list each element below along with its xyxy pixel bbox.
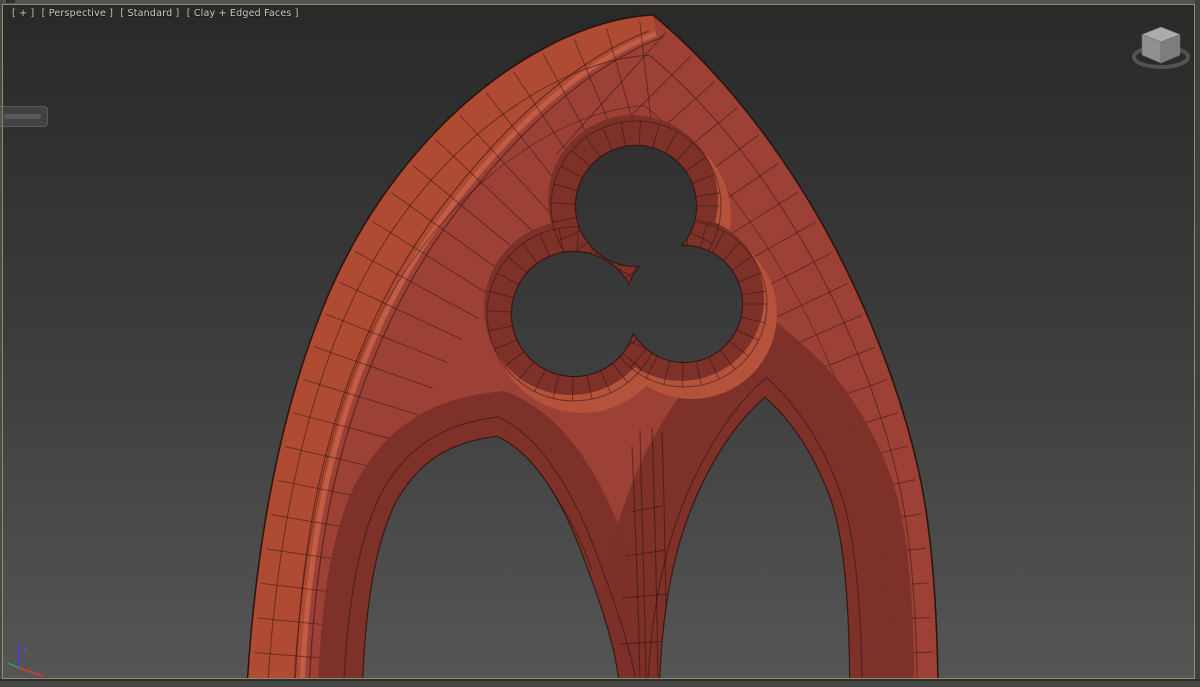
viewport-label: [ + ] [ Perspective ] [ Standard ] [ Cla…	[12, 8, 303, 19]
window-margin-top	[0, 0, 1200, 4]
faded-tooltip	[0, 106, 48, 127]
viewport-menu-general[interactable]: [ + ]	[12, 8, 34, 19]
window-margin-right	[1195, 0, 1200, 687]
window-margin-bottom	[0, 679, 1200, 687]
viewport-window: z x y [ + ] [ Perspective ] [ Standard ]…	[0, 0, 1200, 687]
window-margin-bottom-line	[0, 679, 1200, 681]
faded-tooltip-text-blur	[4, 114, 41, 119]
viewport-canvas[interactable]: z x y	[0, 0, 1200, 687]
viewport-menu-pov[interactable]: [ Perspective ]	[42, 8, 113, 19]
viewport-menu-shading[interactable]: [ Clay + Edged Faces ]	[187, 8, 299, 19]
viewport-menu-render-preset[interactable]: [ Standard ]	[120, 8, 179, 19]
window-margin-notch	[6, 0, 15, 3]
window-margin-left	[0, 0, 2, 687]
axis-z-label: z	[23, 645, 27, 653]
